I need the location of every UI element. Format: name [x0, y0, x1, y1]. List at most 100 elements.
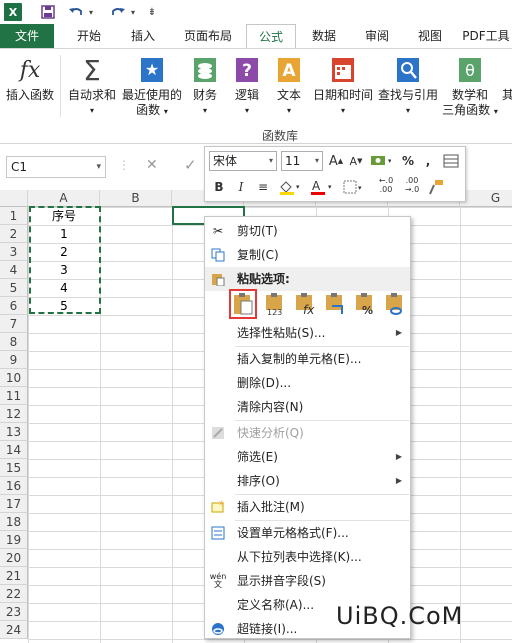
tab-view[interactable]: 视图 [406, 24, 454, 48]
menu-item-format-cells[interactable]: 设置单元格格式(F)... [205, 521, 410, 545]
undo-icon[interactable] [66, 3, 86, 21]
row-header[interactable]: 21 [0, 567, 28, 585]
paste-values-icon[interactable]: 123 [261, 289, 289, 319]
borders-icon[interactable]: ▾ [343, 177, 365, 197]
menu-item-insert-copied-cells[interactable]: 插入复制的单元格(E)... [205, 347, 410, 371]
menu-item-delete[interactable]: 删除(D)... [205, 371, 410, 395]
italic-button[interactable]: I [233, 177, 249, 197]
menu-item-filter[interactable]: 筛选(E) ▶ [205, 445, 410, 469]
paste-icon[interactable] [229, 289, 257, 319]
menu-item-sort[interactable]: 排序(O) ▶ [205, 469, 410, 493]
svg-text:★: ★ [145, 60, 159, 79]
row-header[interactable]: 2 [0, 225, 28, 243]
row-header[interactable]: 4 [0, 261, 28, 279]
row-header[interactable]: 14 [0, 441, 28, 459]
row-header[interactable]: 15 [0, 459, 28, 477]
menu-item-pick-from-list[interactable]: 从下拉列表中选择(K)... [205, 545, 410, 569]
decrease-font-icon[interactable]: A ▼ [347, 151, 365, 171]
row-header[interactable]: 10 [0, 369, 28, 387]
redo-icon[interactable] [108, 3, 128, 21]
date-time-button[interactable]: 日期和时间 ▾ [310, 55, 376, 118]
bold-button[interactable]: B [211, 177, 227, 197]
tab-review[interactable]: 审阅 [352, 24, 402, 48]
enter-icon[interactable]: ✓ [184, 156, 197, 174]
align-center-icon[interactable]: ≡ [255, 177, 271, 197]
text-button[interactable]: A 文本 ▾ [270, 55, 308, 118]
lookup-reference-button[interactable]: 查找与引用 ▾ [376, 55, 440, 118]
function-library-label: 函数库 [261, 129, 298, 143]
row-header[interactable]: 18 [0, 513, 28, 531]
svg-text:✳: ✳ [218, 500, 225, 508]
format-painter-icon[interactable] [427, 177, 445, 197]
font-size-select[interactable]: 11 ▾ [281, 151, 323, 171]
menu-item-clear-contents[interactable]: 清除内容(N) [205, 395, 410, 419]
chevron-down-icon: ▾ [314, 156, 319, 165]
more-functions-button[interactable]: 其 [502, 55, 512, 103]
row-header[interactable]: 6 [0, 297, 28, 315]
row-header[interactable]: 5 [0, 279, 28, 297]
row-header[interactable]: 12 [0, 405, 28, 423]
row-header[interactable]: 3 [0, 243, 28, 261]
math-trig-button[interactable]: θ 数学和 三角函数 ▾ [440, 55, 500, 119]
percent-style-icon[interactable]: % [399, 151, 417, 171]
row-header[interactable]: 1 [0, 207, 28, 225]
menu-item-show-phonetic[interactable]: wén 文 显示拼音字段(S) [205, 569, 410, 593]
logical-button[interactable]: ? 逻辑 ▾ [228, 55, 266, 118]
row-header[interactable]: 8 [0, 333, 28, 351]
quick-analysis-icon [210, 425, 226, 441]
row-header[interactable]: 17 [0, 495, 28, 513]
cancel-icon[interactable]: ✕ [146, 157, 158, 173]
font-name-select[interactable]: 宋体 ▾ [209, 151, 277, 171]
tab-data[interactable]: 数据 [300, 24, 348, 48]
row-header[interactable]: 22 [0, 585, 28, 603]
tab-pdf-tools[interactable]: PDF工具 [460, 24, 512, 48]
font-color-icon[interactable]: A ▾ [309, 177, 335, 197]
name-box[interactable]: C1 ▾ [6, 156, 106, 178]
row-header[interactable]: 16 [0, 477, 28, 495]
row-header[interactable]: 19 [0, 531, 28, 549]
autosum-button[interactable]: Σ 自动求和 ▾ [64, 55, 120, 118]
tab-formulas[interactable]: 公式 [246, 24, 296, 49]
row-header[interactable]: 9 [0, 351, 28, 369]
increase-font-icon[interactable]: A ▲ [327, 151, 345, 171]
select-all-corner[interactable] [0, 190, 28, 207]
row-header[interactable]: 20 [0, 549, 28, 567]
column-header-b[interactable]: B [100, 190, 172, 207]
chevron-down-icon: ▾ [268, 156, 273, 165]
tab-home[interactable]: 开始 [62, 24, 116, 48]
paste-transpose-icon[interactable] [321, 289, 349, 319]
recently-used-button[interactable]: ★ 最近使用的 函数 ▾ [120, 55, 184, 119]
row-header[interactable]: 13 [0, 423, 28, 441]
row-header[interactable]: 24 [0, 621, 28, 639]
tab-file[interactable]: 文件 [0, 24, 54, 48]
column-header-g[interactable]: G [460, 190, 512, 207]
fill-color-icon[interactable]: ▾ [277, 177, 303, 197]
decrease-decimal-icon[interactable]: .00 →.0 [401, 175, 423, 195]
paste-formulas-icon[interactable]: fx [291, 289, 319, 319]
row-header[interactable]: 11 [0, 387, 28, 405]
undo-dropdown-icon[interactable]: ▾ [86, 3, 96, 21]
menu-item-insert-comment[interactable]: ✳ 插入批注(M) [205, 495, 410, 519]
increase-decimal-icon[interactable]: ←.0 .00 [375, 175, 397, 195]
financial-button[interactable]: 财务 ▾ [186, 55, 224, 118]
menu-item-cut[interactable]: ✂ 剪切(T) [205, 219, 410, 243]
row-header[interactable]: 23 [0, 603, 28, 621]
fx-icon: fx [19, 57, 41, 83]
column-header-a[interactable]: A [28, 190, 100, 207]
save-icon[interactable] [38, 3, 58, 21]
chevron-right-icon: ▶ [395, 476, 402, 485]
format-painter-table-icon[interactable] [441, 151, 461, 171]
tab-page-layout[interactable]: 页面布局 [172, 24, 244, 48]
customize-toolbar-icon[interactable]: ⇟ [146, 3, 158, 21]
paste-link-icon[interactable] [381, 289, 409, 319]
paste-formatting-icon[interactable]: % [351, 289, 379, 319]
menu-item-copy[interactable]: 复制(C) [205, 243, 410, 267]
tab-insert[interactable]: 插入 [116, 24, 170, 48]
coins-icon [191, 55, 219, 85]
insert-function-button[interactable]: fx 插入函数 [2, 55, 58, 103]
accounting-format-icon[interactable]: ▾ [367, 151, 393, 171]
menu-item-paste-special[interactable]: 选择性粘贴(S)... ▶ [205, 321, 410, 345]
row-header[interactable]: 7 [0, 315, 28, 333]
redo-dropdown-icon[interactable]: ▾ [128, 3, 138, 21]
comma-style-icon[interactable]: , [421, 151, 435, 171]
